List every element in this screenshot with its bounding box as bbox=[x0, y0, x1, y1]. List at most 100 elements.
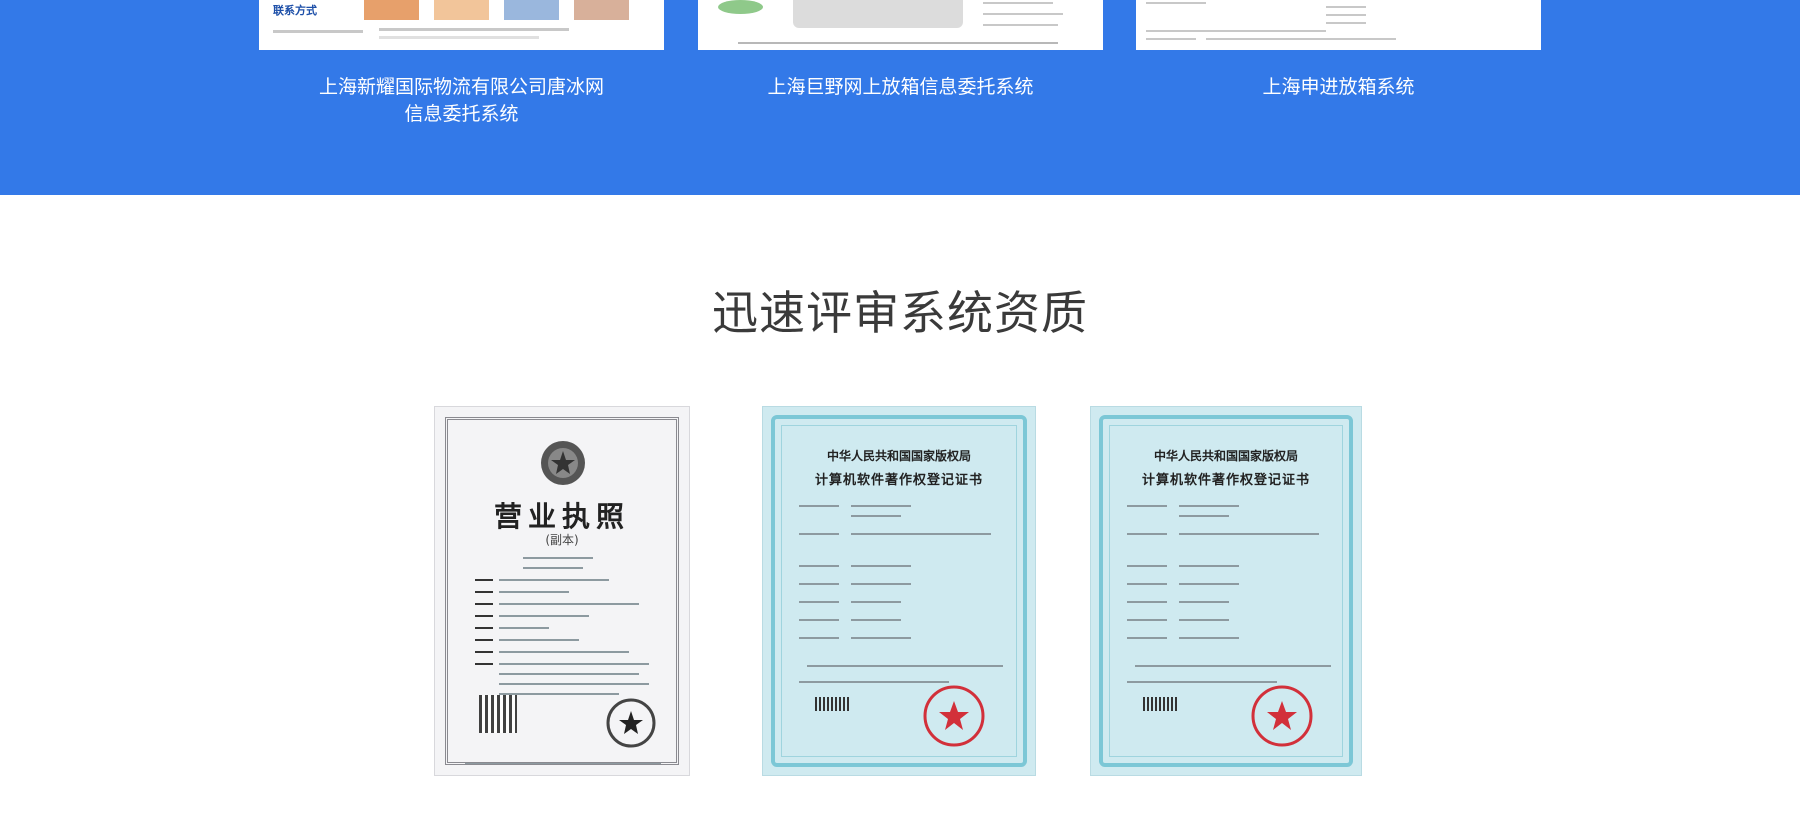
case-study-card-2[interactable]: 上海巨野网上放箱信息委托系统 bbox=[698, 0, 1103, 101]
certificate-body-line bbox=[1135, 665, 1331, 667]
certificate-field-line bbox=[851, 619, 901, 621]
certificate-field-line bbox=[1179, 533, 1319, 535]
certificate-field-line bbox=[799, 565, 839, 567]
red-seal-icon bbox=[606, 698, 656, 748]
license-field-line bbox=[499, 693, 619, 695]
case-study-thumbnail-3[interactable] bbox=[1136, 0, 1541, 50]
thumb-footer-line bbox=[379, 28, 569, 31]
license-field-line bbox=[499, 627, 549, 629]
case-study-caption-1: 上海新耀国际物流有限公司唐冰网 信息委托系统 bbox=[259, 74, 664, 128]
certificate-field-line bbox=[1127, 505, 1167, 507]
thumb-list-line bbox=[1326, 14, 1366, 16]
certificate-field-line bbox=[799, 637, 839, 639]
license-field-line bbox=[475, 639, 493, 641]
caption-line: 信息委托系统 bbox=[404, 103, 519, 125]
software-copyright-certificate-1[interactable]: 中华人民共和国国家版权局 计算机软件著作权登记证书 bbox=[762, 406, 1036, 776]
certificate-field-line bbox=[1127, 565, 1167, 567]
thumb-contact-label: 联系方式 bbox=[273, 4, 317, 17]
national-emblem-icon bbox=[541, 441, 585, 485]
qr-code-icon bbox=[479, 695, 517, 733]
certificate-field-line bbox=[799, 583, 839, 585]
barcode-icon bbox=[1143, 697, 1179, 711]
thumb-image-2 bbox=[434, 0, 489, 20]
license-field-line bbox=[499, 673, 639, 675]
certificate-field-line bbox=[851, 601, 901, 603]
case-study-card-1[interactable]: 联系方式 上海新耀国际物流有限公司唐冰网 信息委托系统 bbox=[259, 0, 664, 128]
certificate-field-line bbox=[799, 619, 839, 621]
certificate-field-line bbox=[851, 505, 911, 507]
business-license-certificate[interactable]: 营业执照 (副本) bbox=[434, 406, 690, 776]
thumb-footer-line bbox=[1206, 38, 1396, 40]
thumb-list-line bbox=[1326, 22, 1366, 24]
license-field-line bbox=[475, 603, 493, 605]
certificate-field-line bbox=[851, 565, 911, 567]
caption-line: 上海巨野网上放箱信息委托系统 bbox=[767, 76, 1034, 98]
thumb-footer-line bbox=[1146, 38, 1196, 40]
certificate-field-line bbox=[1179, 515, 1229, 517]
license-field-line bbox=[523, 557, 593, 559]
certificate-field-line bbox=[1179, 637, 1239, 639]
license-field-line bbox=[499, 663, 649, 665]
certificate-body-line bbox=[807, 665, 1003, 667]
license-field-line bbox=[499, 651, 629, 653]
certificate-field-line bbox=[799, 505, 839, 507]
thumb-image-4 bbox=[574, 0, 629, 20]
barcode-icon bbox=[815, 697, 851, 711]
license-field-line bbox=[499, 579, 609, 581]
thumb-list-line bbox=[983, 2, 1053, 4]
thumb-footer-line bbox=[379, 36, 539, 39]
thumb-footer-line bbox=[1146, 30, 1326, 32]
license-field-line bbox=[475, 591, 493, 593]
thumb-image-3 bbox=[504, 0, 559, 20]
case-study-thumbnail-1[interactable]: 联系方式 bbox=[259, 0, 664, 50]
license-field-line bbox=[499, 615, 589, 617]
software-copyright-certificate-2[interactable]: 中华人民共和国国家版权局 计算机软件著作权登记证书 bbox=[1090, 406, 1362, 776]
certificate-heading: 计算机软件著作权登记证书 bbox=[1141, 473, 1310, 488]
certificate-field-line bbox=[1127, 583, 1167, 585]
case-study-card-3[interactable]: 上海申进放箱系统 bbox=[1136, 0, 1541, 101]
license-field-line bbox=[475, 663, 493, 665]
certificate-field-line bbox=[851, 515, 901, 517]
red-seal-icon bbox=[923, 685, 985, 747]
section-title: 迅速评审系统资质 bbox=[712, 286, 1088, 340]
license-field-line bbox=[499, 683, 649, 685]
certificate-field-line bbox=[1127, 533, 1167, 535]
case-study-thumbnail-2[interactable] bbox=[698, 0, 1103, 50]
thumb-header-line bbox=[1146, 2, 1206, 4]
license-field-line bbox=[499, 639, 579, 641]
caption-line: 上海新耀国际物流有限公司唐冰网 bbox=[318, 76, 604, 98]
certificate-org: 中华人民共和国国家版权局 bbox=[1153, 449, 1298, 463]
thumb-logo bbox=[718, 0, 763, 14]
thumb-footer-line bbox=[738, 42, 1058, 44]
red-seal-icon bbox=[1251, 685, 1313, 747]
caption-line: 上海申进放箱系统 bbox=[1262, 76, 1415, 98]
certificate-heading: 计算机软件著作权登记证书 bbox=[814, 473, 983, 488]
license-field-line bbox=[475, 627, 493, 629]
license-footer-line bbox=[465, 763, 661, 764]
license-field-line bbox=[523, 567, 583, 569]
case-study-caption-3: 上海申进放箱系统 bbox=[1136, 74, 1541, 101]
thumb-image-1 bbox=[364, 0, 419, 20]
certificate-field-line bbox=[1179, 583, 1239, 585]
license-heading: 营业执照 bbox=[493, 500, 630, 533]
certificate-field-line bbox=[1127, 619, 1167, 621]
thumb-panel bbox=[793, 0, 963, 28]
case-study-caption-2: 上海巨野网上放箱信息委托系统 bbox=[698, 74, 1103, 101]
certificate-field-line bbox=[1127, 637, 1167, 639]
case-study-band: 联系方式 上海新耀国际物流有限公司唐冰网 信息委托系统 上海巨野网上放箱信息委托… bbox=[0, 0, 1800, 195]
license-field-line bbox=[475, 579, 493, 581]
license-field-line bbox=[475, 615, 493, 617]
certificate-field-line bbox=[851, 583, 911, 585]
license-field-line bbox=[475, 651, 493, 653]
thumb-list-line bbox=[983, 24, 1058, 26]
certificate-field-line bbox=[799, 601, 839, 603]
certificate-field-line bbox=[851, 637, 911, 639]
certificate-field-line bbox=[1179, 619, 1229, 621]
thumb-list-line bbox=[983, 13, 1063, 15]
certificate-field-line bbox=[851, 533, 991, 535]
certificate-field-line bbox=[799, 533, 839, 535]
license-field-line bbox=[499, 591, 569, 593]
thumb-list-line bbox=[1326, 6, 1366, 8]
certificate-field-line bbox=[1179, 565, 1239, 567]
certificate-field-line bbox=[1179, 505, 1239, 507]
